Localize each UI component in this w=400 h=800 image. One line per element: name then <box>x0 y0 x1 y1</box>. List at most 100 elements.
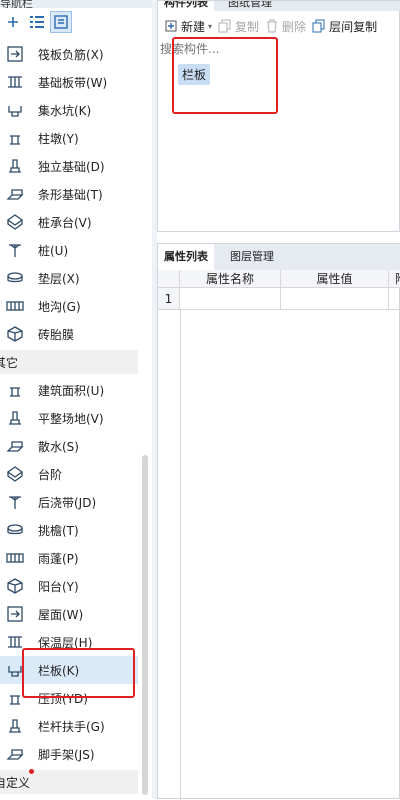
other-item-label: 挑檐(T) <box>38 524 79 538</box>
building-area-icon <box>6 381 24 399</box>
grid-header-name[interactable]: 属性名称 <box>180 270 281 288</box>
foundation-item-label: 桩承台(V) <box>38 216 92 230</box>
sump-pit-icon <box>6 101 24 119</box>
copy-button-label: 复制 <box>235 19 260 34</box>
other-item-13[interactable]: 脚手架(JS) <box>0 740 138 768</box>
grid-cell-name[interactable] <box>180 288 281 310</box>
other-item-label: 建筑面积(U) <box>38 384 105 398</box>
foundation-item-7[interactable]: 桩(U) <box>0 236 138 264</box>
tab-layer-management[interactable]: 图层管理 <box>224 244 280 270</box>
foundation-item-0[interactable]: 筏板负筋(X) <box>0 40 138 68</box>
component-panel: 构件列表 图纸管理 新建 ▾ 复制 删除 层间复制 搜索构件... 栏板 属性列… <box>157 0 400 800</box>
balcony-icon <box>6 577 24 595</box>
strip-footing-icon <box>6 185 24 203</box>
grid-row-number-column <box>180 310 181 800</box>
new-icon <box>164 19 178 33</box>
cushion-layer-icon <box>6 269 24 287</box>
new-button[interactable]: 新建 ▾ <box>164 18 212 35</box>
foundation-item-10[interactable]: 砖胎膜 <box>0 320 138 348</box>
canopy-icon <box>6 549 24 567</box>
other-item-0[interactable]: 建筑面积(U) <box>0 376 138 404</box>
pile-cap-icon <box>6 213 24 231</box>
foundation-item-label: 基础板带(W) <box>38 76 108 90</box>
cornice-icon <box>6 521 24 539</box>
foundation-item-label: 筏板负筋(X) <box>38 48 104 62</box>
foundation-item-6[interactable]: 桩承台(V) <box>0 208 138 236</box>
other-item-label: 平整场地(V) <box>38 412 104 426</box>
component-list-panel: 构件列表 图纸管理 新建 ▾ 复制 删除 层间复制 搜索构件... 栏板 <box>157 0 400 232</box>
foundation-item-4[interactable]: 独立基础(D) <box>0 152 138 180</box>
trench-icon <box>6 297 24 315</box>
railing-icon <box>6 717 24 735</box>
plus-icon[interactable] <box>2 11 24 33</box>
foundation-item-label: 地沟(G) <box>38 300 81 314</box>
floor-copy-button-label: 层间复制 <box>329 19 378 34</box>
other-item-1[interactable]: 平整场地(V) <box>0 404 138 432</box>
component-tabs: 构件列表 图纸管理 <box>158 1 400 11</box>
delete-button-label: 删除 <box>282 19 307 34</box>
foundation-item-2[interactable]: 集水坑(K) <box>0 96 138 124</box>
copy-button[interactable]: 复制 <box>218 18 259 35</box>
foundation-item-9[interactable]: 地沟(G) <box>0 292 138 320</box>
scaffold-icon <box>6 745 24 763</box>
roof-icon <box>6 605 24 623</box>
grid-cell-extra[interactable] <box>389 288 400 310</box>
foundation-item-1[interactable]: 基础板带(W) <box>0 68 138 96</box>
insulation-icon <box>6 633 24 651</box>
other-item-label: 后浇带(JD) <box>38 496 97 510</box>
pile-icon <box>6 241 24 259</box>
tile-icon[interactable] <box>50 11 72 33</box>
other-item-label: 屋面(W) <box>38 608 84 622</box>
tab-component-list[interactable]: 构件列表 <box>158 1 214 11</box>
notification-dot <box>29 769 34 774</box>
new-button-label: 新建 <box>181 19 206 34</box>
foundation-item-8[interactable]: 垫层(X) <box>0 264 138 292</box>
list-icon[interactable] <box>26 11 48 33</box>
property-panel: 属性列表 图层管理 属性名称 属性值 附加 1 <box>157 243 400 800</box>
steps-icon <box>6 465 24 483</box>
other-item-label: 雨蓬(P) <box>38 552 79 566</box>
highlight-box-nav-item <box>22 648 135 698</box>
isolated-footing-icon <box>6 157 24 175</box>
group-other[interactable]: 其它 <box>0 350 138 374</box>
grid-row-number[interactable]: 1 <box>158 288 180 310</box>
other-item-label: 脚手架(JS) <box>38 748 95 762</box>
foundation-item-label: 桩(U) <box>38 244 69 258</box>
raft-negative-rebar-icon <box>6 45 24 63</box>
other-item-5[interactable]: 挑檐(T) <box>0 516 138 544</box>
foundation-item-label: 独立基础(D) <box>38 160 105 174</box>
floor-copy-icon <box>312 19 326 33</box>
brick-membrane-icon <box>6 325 24 343</box>
foundation-item-label: 集水坑(K) <box>38 104 92 118</box>
other-item-8[interactable]: 屋面(W) <box>0 600 138 628</box>
other-item-2[interactable]: 散水(S) <box>0 432 138 460</box>
delete-button[interactable]: 删除 <box>265 18 306 35</box>
navigation-scrollbar[interactable] <box>142 455 148 795</box>
grid-header-value[interactable]: 属性值 <box>281 270 389 288</box>
foundation-item-5[interactable]: 条形基础(T) <box>0 180 138 208</box>
copy-icon <box>218 19 232 33</box>
grid-header-extra[interactable]: 附加 <box>389 270 400 288</box>
new-dropdown-icon[interactable]: ▾ <box>208 22 212 31</box>
apron-icon <box>6 437 24 455</box>
floor-copy-button[interactable]: 层间复制 <box>312 18 377 35</box>
grid-cell-value[interactable] <box>281 288 389 310</box>
other-item-label: 台阶 <box>38 468 63 482</box>
highlight-box-component <box>172 37 278 114</box>
other-item-3[interactable]: 台阶 <box>0 460 138 488</box>
other-item-label: 栏杆扶手(G) <box>38 720 105 734</box>
post-cast-strip-icon <box>6 493 24 511</box>
component-toolbar: 新建 ▾ 复制 删除 层间复制 <box>158 13 400 39</box>
foundation-item-3[interactable]: 柱墩(Y) <box>0 124 138 152</box>
group-custom[interactable]: 自定义 <box>0 770 138 794</box>
other-item-6[interactable]: 雨蓬(P) <box>0 544 138 572</box>
column-pier-icon <box>6 129 24 147</box>
foundation-item-label: 柱墩(Y) <box>38 132 79 146</box>
tab-drawing-management[interactable]: 图纸管理 <box>222 1 278 11</box>
navigation-panel-title: 导航栏 <box>0 0 152 8</box>
other-item-label: 散水(S) <box>38 440 79 454</box>
other-item-12[interactable]: 栏杆扶手(G) <box>0 712 138 740</box>
other-item-7[interactable]: 阳台(Y) <box>0 572 138 600</box>
tab-property-list[interactable]: 属性列表 <box>158 244 214 270</box>
other-item-4[interactable]: 后浇带(JD) <box>0 488 138 516</box>
